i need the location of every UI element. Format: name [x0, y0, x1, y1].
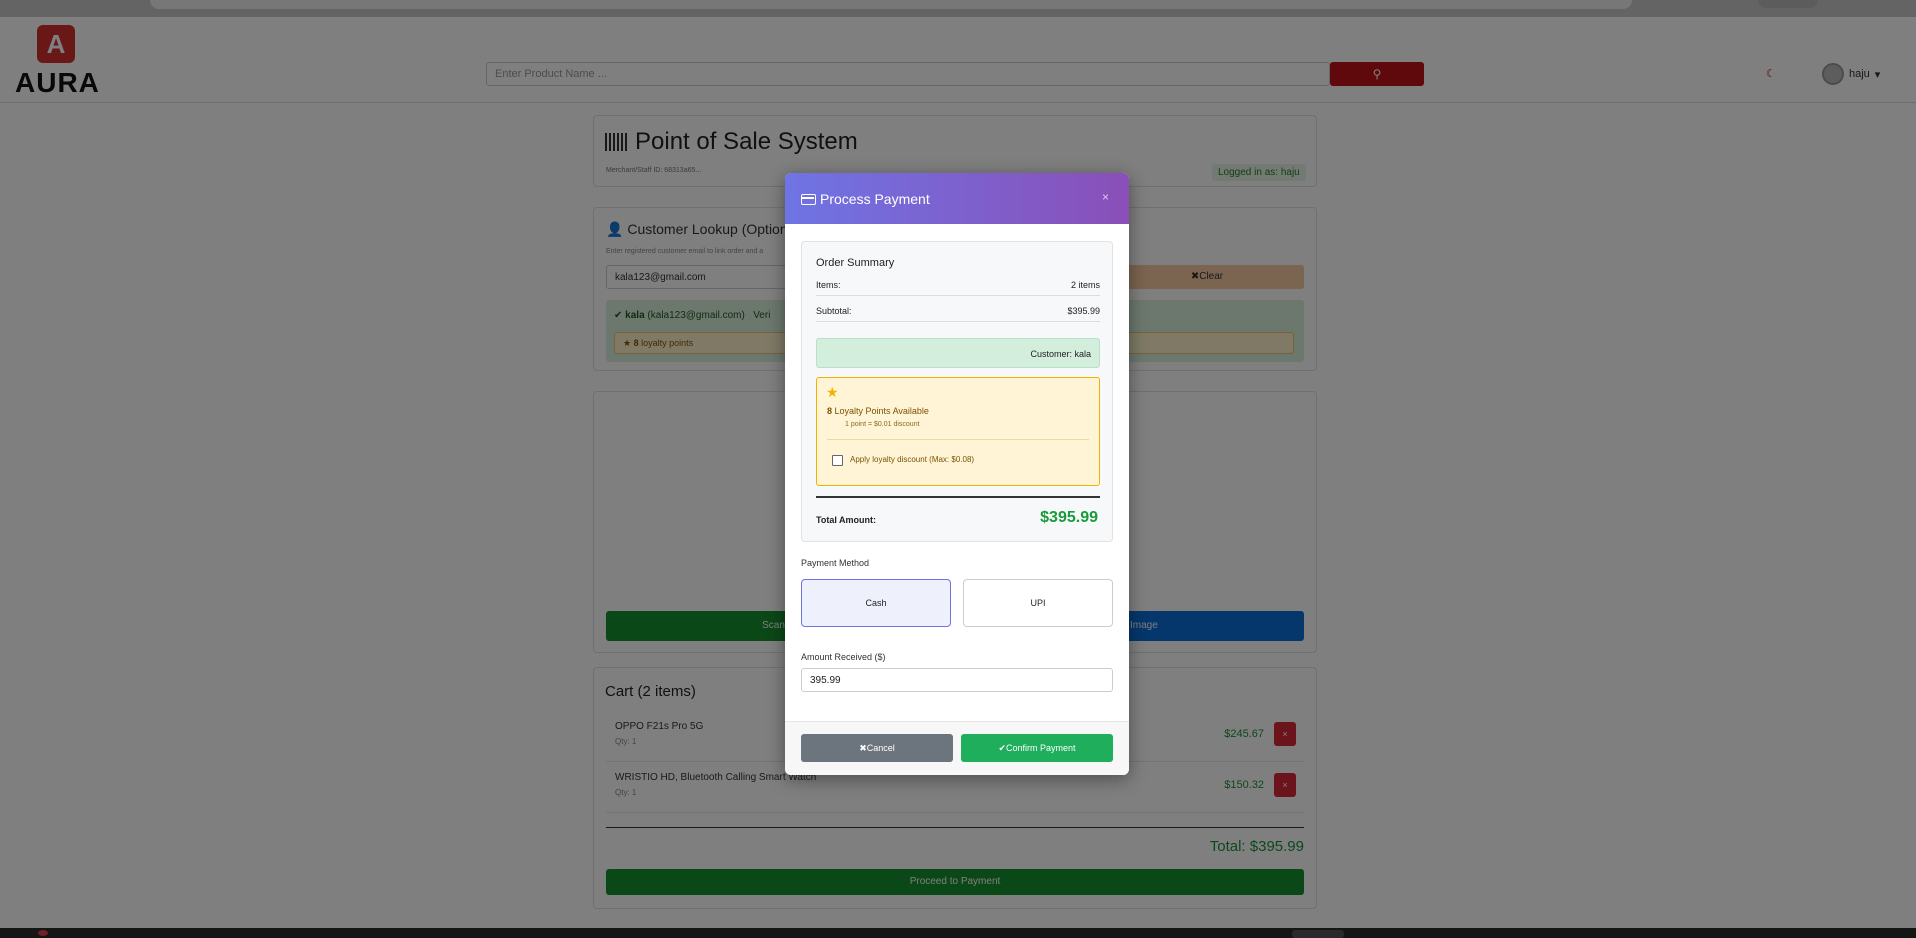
items-row: Items: 2 items [816, 274, 1100, 296]
amount-received-input[interactable]: 395.99 [801, 668, 1113, 692]
amount-received-label: Amount Received ($) [801, 652, 886, 662]
total-amount-label: Total Amount: [816, 515, 876, 525]
loyalty-rate: 1 point = $0.01 discount [845, 421, 920, 428]
payment-method-upi[interactable]: UPI [963, 579, 1113, 627]
subtotal-value: $395.99 [1067, 306, 1100, 316]
items-value: 2 items [1070, 280, 1100, 290]
modal-header: Process Payment × [785, 173, 1129, 224]
total-amount-value: $395.99 [1040, 509, 1098, 526]
apply-loyalty-checkbox[interactable] [832, 455, 843, 466]
loyalty-available: 8 Loyalty Points Available [827, 406, 929, 416]
cancel-label: Cancel [866, 743, 895, 753]
summary-divider [816, 496, 1100, 498]
process-payment-modal: Process Payment × Order Summary Items: 2… [785, 173, 1129, 775]
credit-card-icon [801, 193, 816, 205]
confirm-payment-button[interactable]: ✔Confirm Payment [961, 734, 1113, 762]
payment-method-cash[interactable]: Cash [801, 579, 951, 627]
star-icon: ★ [826, 384, 839, 400]
loyalty-available-text: Loyalty Points Available [834, 406, 929, 416]
subtotal-label: Subtotal: [816, 306, 852, 316]
payment-method-label: Payment Method [801, 558, 870, 568]
loyalty-panel: ★ 8 Loyalty Points Available 1 point = $… [816, 377, 1100, 486]
cancel-button[interactable]: ✖Cancel [801, 734, 953, 762]
confirm-label: Confirm Payment [1006, 743, 1076, 753]
apply-loyalty-label[interactable]: Apply loyalty discount (Max: $0.08) [850, 455, 974, 464]
items-label: Items: [816, 280, 841, 290]
loyalty-points-number: 8 [827, 406, 833, 416]
modal-title-text: Process Payment [820, 191, 930, 207]
order-summary-title: Order Summary [816, 257, 895, 269]
customer-chip: Customer: kala [816, 338, 1100, 368]
close-icon: ✖ [859, 743, 867, 753]
subtotal-row: Subtotal: $395.99 [816, 300, 1100, 322]
modal-footer: ✖Cancel ✔Confirm Payment [785, 721, 1129, 775]
loyalty-divider [827, 439, 1089, 440]
check-icon: ✔ [998, 743, 1006, 753]
order-summary: Order Summary Items: 2 items Subtotal: $… [801, 241, 1113, 542]
modal-title: Process Payment [801, 191, 930, 207]
close-modal-button[interactable]: × [1102, 190, 1109, 204]
